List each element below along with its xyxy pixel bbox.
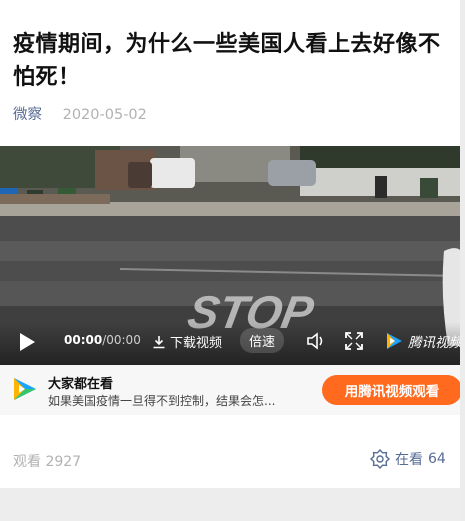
zaikan-button[interactable]: 在看 64 <box>370 449 446 469</box>
brand-label: 腾讯视频 <box>408 335 462 351</box>
article-meta: 微察 2020-05-02 <box>13 103 147 124</box>
view-count: 观看 2927 <box>13 454 82 470</box>
right-edge-divider <box>460 0 465 521</box>
fullscreen-button[interactable] <box>345 332 363 350</box>
volume-icon <box>307 332 323 350</box>
current-time: 00:00 <box>64 333 103 347</box>
article-title: 疫情期间，为什么一些美国人看上去好像不怕死！ <box>13 32 441 90</box>
fullscreen-icon <box>345 332 363 350</box>
tencent-video-brand[interactable]: 腾讯视频 <box>384 331 462 351</box>
download-icon <box>153 335 165 348</box>
download-video-button[interactable]: 下载视频 <box>152 332 222 351</box>
volume-button[interactable] <box>306 331 328 351</box>
publish-date: 2020-05-02 <box>62 107 147 123</box>
total-time: /00:00 <box>102 333 141 347</box>
tencent-video-logo <box>387 333 402 349</box>
tencent-video-app-icon <box>14 378 36 400</box>
bottom-divider-area <box>0 488 465 521</box>
article-page: 疫情期间，为什么一些美国人看上去好像不怕死！ 微察 2020-05-02 STO… <box>0 0 465 521</box>
open-in-tencent-video-button[interactable]: 用腾讯视频观看 <box>322 375 462 405</box>
download-label: 下载视频 <box>170 336 223 351</box>
account-name-link[interactable]: 微察 <box>13 107 42 123</box>
play-button[interactable] <box>16 331 38 353</box>
video-time: 00:00/00:00 <box>64 333 141 347</box>
playback-speed-button[interactable]: 倍速 <box>240 328 285 353</box>
zaikan-icon <box>370 449 390 469</box>
zaikan-label: 在看 <box>395 452 423 468</box>
banner-description[interactable]: 如果美国疫情一旦得不到控制，结果会怎... <box>48 392 283 409</box>
banner-title: 大家都在看 <box>48 377 114 392</box>
zaikan-count: 64 <box>428 451 446 467</box>
play-icon <box>20 333 35 351</box>
